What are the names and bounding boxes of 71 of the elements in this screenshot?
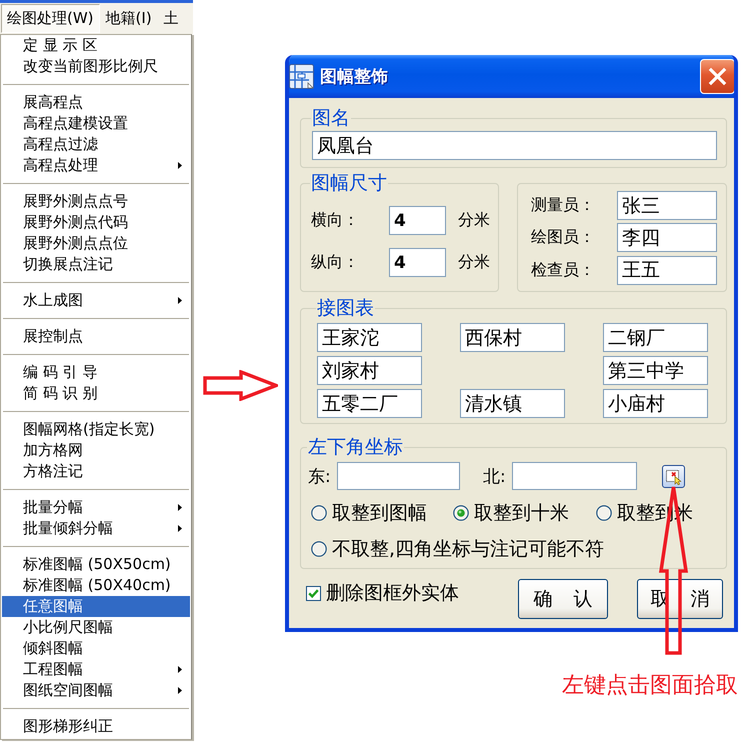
menu-item[interactable]: 批量分幅 — [2, 497, 190, 518]
menu-item[interactable]: 倾斜图幅 — [2, 638, 190, 659]
menu-item[interactable]: 批量倾斜分幅 — [2, 518, 190, 539]
confirm-button[interactable]: 确 认 — [518, 579, 608, 619]
close-button[interactable] — [700, 59, 734, 94]
group-title: 图幅尺寸 — [310, 172, 388, 194]
menu-item[interactable]: 水上成图 — [2, 290, 190, 311]
coordinate-field[interactable] — [512, 462, 637, 490]
radio-option[interactable]: 取整到图幅 — [311, 502, 453, 524]
group-title: 图名 — [311, 107, 351, 129]
menu-item[interactable]: 加方格网 — [2, 440, 190, 461]
group-title: 接图表 — [316, 297, 375, 319]
field-label: 纵向： — [311, 252, 360, 273]
field-label: 测量员： — [531, 195, 596, 216]
menu-bar-item[interactable]: 绘图处理(W) — [1, 4, 100, 33]
field-label: 北: — [483, 466, 507, 488]
menu-item[interactable]: 改变当前图形比例尺 — [2, 56, 190, 77]
sheet-name-field[interactable]: 小庙村 — [603, 389, 708, 418]
menu-bar-item[interactable]: 土 — [158, 4, 185, 33]
field-label: 检查员： — [531, 260, 596, 281]
sheet-name-field[interactable]: 第三中学 — [603, 356, 708, 385]
coordinate-field[interactable] — [337, 462, 460, 490]
text-field[interactable]: 李四 — [617, 223, 717, 252]
menu-item[interactable]: 高程点过滤 — [2, 134, 190, 155]
sheet-name-field[interactable]: 二钢厂 — [603, 323, 708, 352]
menu-item[interactable]: 展控制点 — [2, 326, 190, 347]
menu-item[interactable]: 标准图幅 (50X40cm) — [2, 575, 190, 596]
text-field[interactable]: 4 — [389, 206, 446, 235]
sheet-name-field[interactable]: 西保村 — [460, 323, 565, 352]
unit-label: 分米 — [458, 252, 491, 273]
menu-item[interactable]: 小比例尺图幅 — [2, 617, 190, 638]
close-icon — [708, 67, 727, 86]
grid-sheet-icon — [289, 64, 314, 89]
menu-item[interactable]: 图幅网格(指定长宽) — [2, 419, 190, 440]
sheet-name-field[interactable]: 清水镇 — [460, 389, 565, 418]
pick-point-button[interactable] — [662, 464, 685, 488]
menu-item[interactable]: 简 码 识 别 — [2, 383, 190, 404]
text-field[interactable]: 4 — [389, 248, 446, 277]
sheet-name-field[interactable]: 刘家村 — [317, 356, 422, 385]
text-field[interactable]: 王五 — [617, 256, 717, 285]
menu-item[interactable]: 高程点建模设置 — [2, 113, 190, 134]
dialog-title: 图幅整饰 — [320, 66, 388, 88]
text-field[interactable]: 凤凰台 — [312, 131, 717, 160]
field-label: 横向： — [311, 210, 360, 231]
radio-option[interactable]: 取整到十米 — [453, 502, 596, 524]
menu-item[interactable]: 展野外测点代码 — [2, 212, 190, 233]
text-field[interactable]: 张三 — [617, 191, 717, 220]
radio-option[interactable]: 不取整,四角坐标与注记可能不符 — [311, 538, 717, 560]
menu-bar-item[interactable]: 地籍(I) — [100, 4, 158, 33]
menu-item[interactable]: 方格注记 — [2, 461, 190, 482]
menu-item[interactable]: 定 显 示 区 — [2, 35, 190, 56]
checkbox-option[interactable]: 删除图框外实体 — [306, 581, 459, 605]
menu-item[interactable]: 高程点处理 — [2, 155, 190, 176]
menu-item[interactable]: 图纸空间图幅 — [2, 680, 190, 701]
group-title: 左下角坐标 — [307, 436, 404, 458]
menu-item[interactable]: 编 码 引 导 — [2, 362, 190, 383]
annotation-text: 左键点击图面拾取 — [561, 673, 738, 699]
menu-item[interactable]: 展高程点 — [2, 92, 190, 113]
menu-item[interactable]: 工程图幅 — [2, 659, 190, 680]
menu-item[interactable]: 展野外测点点号 — [2, 191, 190, 212]
field-label: 绘图员： — [531, 227, 596, 248]
sheet-name-field[interactable]: 王家沱 — [317, 323, 422, 352]
menu-item[interactable]: 展野外测点点位 — [2, 233, 190, 254]
unit-label: 分米 — [458, 210, 491, 231]
menu-item[interactable]: 标准图幅 (50X50cm) — [2, 554, 190, 575]
sheet-name-field[interactable]: 五零二厂 — [317, 389, 422, 418]
cursor-icon — [665, 468, 682, 484]
menu-item[interactable]: 任意图幅 — [2, 596, 190, 617]
field-label: 东: — [308, 466, 332, 488]
menu-item[interactable]: 图形梯形纠正 — [2, 716, 190, 737]
menu-item[interactable]: 切换展点注记 — [2, 254, 190, 275]
